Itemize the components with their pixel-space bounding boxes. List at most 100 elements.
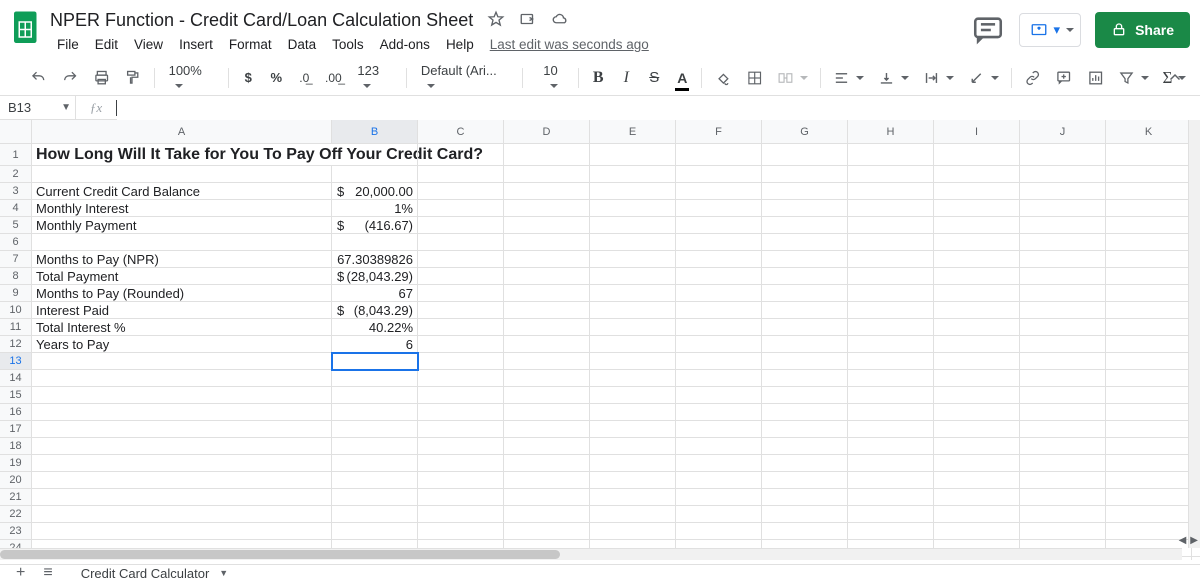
cell-F23[interactable] [676, 523, 762, 540]
cell-B10[interactable]: $(8,043.29) [332, 302, 418, 319]
cell-E16[interactable] [590, 404, 676, 421]
italic-icon[interactable]: I [613, 64, 639, 92]
cell-C12[interactable] [418, 336, 504, 353]
menu-addons[interactable]: Add-ons [373, 35, 437, 54]
borders-icon[interactable] [740, 64, 769, 92]
cloud-icon[interactable] [551, 10, 569, 31]
row-header-7[interactable]: 7 [0, 251, 32, 268]
row-header-10[interactable]: 10 [0, 302, 32, 319]
cell-D14[interactable] [504, 370, 590, 387]
cell-G1[interactable] [762, 144, 848, 166]
cell-I8[interactable] [934, 268, 1020, 285]
cell-F19[interactable] [676, 455, 762, 472]
cell-J1[interactable] [1020, 144, 1106, 166]
cell-K4[interactable] [1106, 200, 1192, 217]
row-header-14[interactable]: 14 [0, 370, 32, 387]
cell-C3[interactable] [418, 183, 504, 200]
cell-D5[interactable] [504, 217, 590, 234]
percent-icon[interactable]: % [263, 64, 289, 92]
text-color-icon[interactable]: A [669, 64, 695, 92]
cell-D6[interactable] [504, 234, 590, 251]
cell-J16[interactable] [1020, 404, 1106, 421]
cell-D9[interactable] [504, 285, 590, 302]
cell-A18[interactable] [32, 438, 332, 455]
cell-H13[interactable] [848, 353, 934, 370]
cell-A17[interactable] [32, 421, 332, 438]
cell-E2[interactable] [590, 166, 676, 183]
cell-K22[interactable] [1106, 506, 1192, 523]
cell-C1[interactable] [418, 144, 504, 166]
cell-I19[interactable] [934, 455, 1020, 472]
sheets-app-icon[interactable] [8, 10, 44, 46]
cell-B14[interactable] [332, 370, 418, 387]
cell-J11[interactable] [1020, 319, 1106, 336]
col-header-E[interactable]: E [590, 120, 676, 144]
cell-A8[interactable]: Total Payment [32, 268, 332, 285]
vertical-scrollbar[interactable] [1188, 120, 1200, 548]
cell-J20[interactable] [1020, 472, 1106, 489]
cell-G13[interactable] [762, 353, 848, 370]
cell-K10[interactable] [1106, 302, 1192, 319]
cell-K9[interactable] [1106, 285, 1192, 302]
menu-file[interactable]: File [50, 35, 86, 54]
col-header-B[interactable]: B [332, 120, 418, 144]
row-header-18[interactable]: 18 [0, 438, 32, 455]
cell-F16[interactable] [676, 404, 762, 421]
col-header-I[interactable]: I [934, 120, 1020, 144]
h-align-icon[interactable] [827, 64, 870, 92]
merge-icon[interactable] [771, 64, 814, 92]
spreadsheet-grid[interactable]: ABCDEFGHIJKL1How Long Will It Take for Y… [0, 120, 1200, 560]
cell-E12[interactable] [590, 336, 676, 353]
row-header-1[interactable]: 1 [0, 144, 32, 166]
fill-color-icon[interactable] [708, 64, 737, 92]
cell-I15[interactable] [934, 387, 1020, 404]
cell-G10[interactable] [762, 302, 848, 319]
increase-decimal-icon[interactable]: .00̲ [319, 64, 347, 92]
cell-D12[interactable] [504, 336, 590, 353]
cell-F22[interactable] [676, 506, 762, 523]
cell-B6[interactable] [332, 234, 418, 251]
menu-tools[interactable]: Tools [325, 35, 371, 54]
cell-D11[interactable] [504, 319, 590, 336]
cell-K15[interactable] [1106, 387, 1192, 404]
cell-B20[interactable] [332, 472, 418, 489]
cell-H17[interactable] [848, 421, 934, 438]
menu-data[interactable]: Data [281, 35, 324, 54]
cell-D21[interactable] [504, 489, 590, 506]
cell-C22[interactable] [418, 506, 504, 523]
cell-J8[interactable] [1020, 268, 1106, 285]
decrease-decimal-icon[interactable]: .0̲ [291, 64, 317, 92]
select-all-corner[interactable] [0, 120, 32, 144]
cell-D1[interactable] [504, 144, 590, 166]
more-formats[interactable]: 123 [349, 59, 400, 97]
cell-B18[interactable] [332, 438, 418, 455]
cell-C23[interactable] [418, 523, 504, 540]
bold-icon[interactable]: B [585, 64, 611, 92]
cell-C5[interactable] [418, 217, 504, 234]
paint-format-icon[interactable] [118, 64, 147, 92]
cell-F6[interactable] [676, 234, 762, 251]
row-header-2[interactable]: 2 [0, 166, 32, 183]
cell-G4[interactable] [762, 200, 848, 217]
row-header-11[interactable]: 11 [0, 319, 32, 336]
cell-F21[interactable] [676, 489, 762, 506]
cell-D19[interactable] [504, 455, 590, 472]
cell-E17[interactable] [590, 421, 676, 438]
col-header-F[interactable]: F [676, 120, 762, 144]
cell-A20[interactable] [32, 472, 332, 489]
cell-H20[interactable] [848, 472, 934, 489]
cell-H7[interactable] [848, 251, 934, 268]
cell-H6[interactable] [848, 234, 934, 251]
cell-D15[interactable] [504, 387, 590, 404]
cell-H19[interactable] [848, 455, 934, 472]
row-header-8[interactable]: 8 [0, 268, 32, 285]
cell-K21[interactable] [1106, 489, 1192, 506]
cell-H14[interactable] [848, 370, 934, 387]
row-header-17[interactable]: 17 [0, 421, 32, 438]
cell-K19[interactable] [1106, 455, 1192, 472]
cell-G5[interactable] [762, 217, 848, 234]
cell-I14[interactable] [934, 370, 1020, 387]
cell-K16[interactable] [1106, 404, 1192, 421]
cell-B23[interactable] [332, 523, 418, 540]
cell-A19[interactable] [32, 455, 332, 472]
